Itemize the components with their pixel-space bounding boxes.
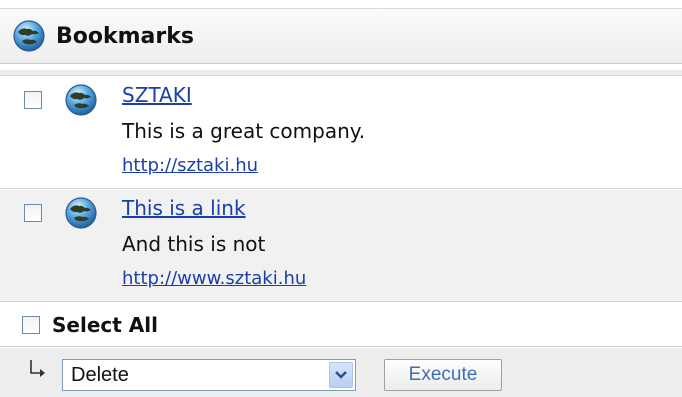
bookmark-url-link[interactable]: http://www.sztaki.hu [122,268,306,289]
bookmark-checkbox[interactable] [24,204,42,222]
panel-header: Bookmarks [0,8,682,64]
select-all-label: Select All [52,313,158,337]
header-divider [0,70,682,76]
bookmark-row: This is a link And this is not http://ww… [0,190,682,302]
bookmark-title-link[interactable]: SZTAKI [122,83,192,107]
panel-title: Bookmarks [56,23,194,49]
action-select[interactable]: Delete [62,359,356,391]
action-footer: Delete Execute [0,348,682,397]
bookmark-title-link[interactable]: This is a link [122,196,246,220]
bookmark-description: And this is not [122,232,266,256]
globe-icon [65,84,97,116]
globe-icon [13,20,45,52]
corner-arrow-icon [30,360,45,377]
bookmark-checkbox[interactable] [24,91,42,109]
select-all-checkbox[interactable] [22,316,40,334]
globe-icon [65,197,97,229]
bookmarks-panel: Bookmarks SZTAKI This is a great company… [0,0,682,397]
bookmark-row: SZTAKI This is a great company. http://s… [0,77,682,189]
bookmark-description: This is a great company. [122,119,366,143]
action-select-value: Delete [71,364,129,386]
select-all-row: Select All [0,303,682,347]
execute-button[interactable]: Execute [384,359,502,391]
chevron-down-icon [335,371,347,379]
dropdown-button[interactable] [329,362,353,388]
bookmark-url-link[interactable]: http://sztaki.hu [122,155,258,176]
